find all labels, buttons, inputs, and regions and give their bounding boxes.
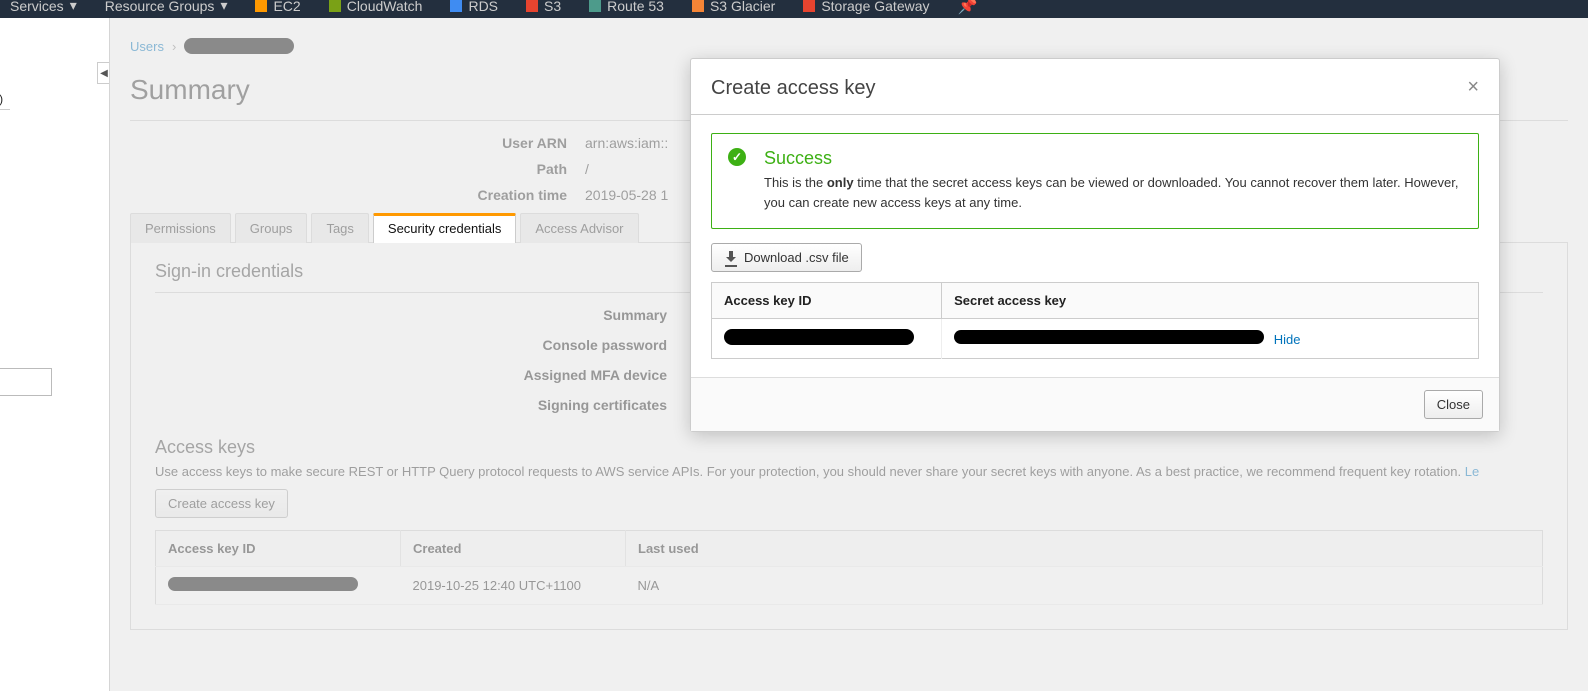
alert-title: Success [764, 148, 1462, 169]
col-secret-access-key: Secret access key [942, 283, 1479, 319]
alert-message: This is the only time that the secret ac… [764, 173, 1462, 212]
download-icon [724, 251, 738, 265]
service-icon [255, 0, 267, 12]
pin-icon[interactable]: 📌 [958, 0, 978, 16]
service-icon [692, 0, 704, 12]
sidebar-account-fragment: 163752113) [0, 92, 80, 106]
service-icon [450, 0, 462, 12]
nav-services[interactable]: Services ▾ [10, 0, 77, 18]
nav-storage-gateway[interactable]: Storage Gateway [803, 0, 929, 18]
col-access-key-id: Access key ID [712, 283, 942, 319]
success-alert: ✓ Success This is the only time that the… [711, 133, 1479, 229]
hide-secret-link[interactable]: Hide [1274, 332, 1301, 347]
sidebar-heading-fragment: ) [0, 63, 80, 78]
modal-title: Create access key [711, 77, 876, 100]
sidebar: s ) 163752113) s (SCPs) ◀ [0, 18, 110, 691]
create-access-key-modal: Create access key × ✓ Success This is th… [690, 58, 1500, 432]
top-nav: Services ▾ Resource Groups ▾ EC2 CloudWa… [0, 0, 1588, 18]
nav-cloudwatch[interactable]: CloudWatch [329, 0, 423, 18]
cell-secret-redacted [954, 330, 1264, 344]
service-icon [803, 0, 815, 12]
service-icon [329, 0, 341, 12]
chevron-down-icon: ▾ [220, 0, 227, 14]
close-button[interactable]: Close [1424, 390, 1483, 419]
download-csv-button[interactable]: Download .csv file [711, 243, 862, 272]
chevron-down-icon: ▾ [70, 0, 77, 14]
table-row: Hide [712, 319, 1479, 359]
service-icon [589, 0, 601, 12]
cell-key-id-redacted [724, 329, 914, 345]
nav-rds[interactable]: RDS [450, 0, 498, 18]
nav-ec2[interactable]: EC2 [255, 0, 300, 18]
close-icon[interactable]: × [1467, 77, 1479, 97]
sidebar-heading-fragment: s [0, 42, 80, 57]
success-check-icon: ✓ [728, 148, 746, 166]
access-key-table: Access key ID Secret access key Hide [711, 282, 1479, 359]
nav-glacier[interactable]: S3 Glacier [692, 0, 775, 18]
service-icon [526, 0, 538, 12]
nav-route53[interactable]: Route 53 [589, 0, 664, 18]
sidebar-collapse-button[interactable]: ◀ [97, 62, 110, 84]
nav-resource-groups[interactable]: Resource Groups ▾ [105, 0, 228, 18]
sidebar-search-input[interactable] [0, 368, 52, 396]
nav-s3[interactable]: S3 [526, 0, 561, 18]
tab-security-credentials[interactable]: Security credentials [373, 213, 516, 243]
